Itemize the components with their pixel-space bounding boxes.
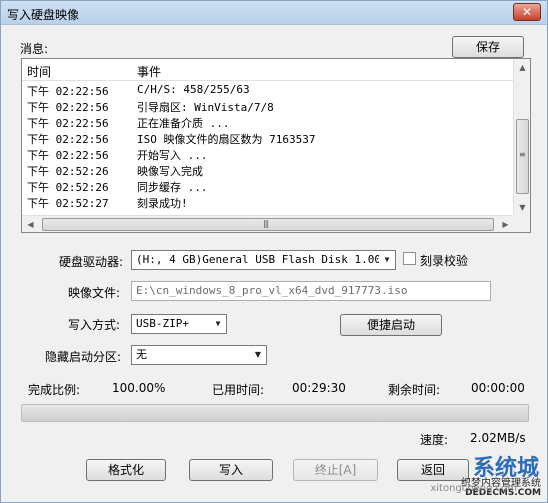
close-button[interactable]: ✕ xyxy=(513,3,541,21)
title-bar: 写入硬盘映像 ✕ xyxy=(1,1,547,25)
log-row[interactable]: 下午 02:52:26 映像写入完成 xyxy=(22,162,514,178)
format-button[interactable]: 格式化 xyxy=(86,459,166,481)
log-time: 下午 02:52:26 xyxy=(27,181,109,194)
log-row[interactable]: 下午 02:52:27 刻录成功! xyxy=(22,194,514,210)
log-row[interactable]: 下午 02:22:56 C/H/S: 458/255/63 xyxy=(22,82,514,98)
log-header: 时间 事件 xyxy=(22,59,514,81)
log-row[interactable]: 下午 02:22:56 正在准备介质 ... xyxy=(22,114,514,130)
completion-label: 完成比例: xyxy=(28,383,81,397)
vertical-scrollbar[interactable]: ▲ ≡ ▼ xyxy=(513,59,530,216)
log-event: ISO 映像文件的扇区数为 7163537 xyxy=(137,133,316,146)
log-row[interactable]: 下午 02:22:56 ISO 映像文件的扇区数为 7163537 xyxy=(22,130,514,146)
column-header-time[interactable]: 时间 xyxy=(27,63,51,80)
hidden-partition-value: 无 xyxy=(136,348,147,361)
watermark-overlay: xitongcheng.com xyxy=(430,483,517,494)
verify-label: 刻录校验 xyxy=(420,254,469,268)
completion-value: 100.00% xyxy=(112,381,166,395)
log-time: 下午 02:22:56 xyxy=(27,133,109,146)
horizontal-scroll-thumb[interactable]: ||| xyxy=(42,218,494,231)
scrollbar-corner xyxy=(513,215,530,232)
save-button[interactable]: 保存 xyxy=(452,36,524,58)
hidden-partition-label: 隐藏启动分区: xyxy=(45,350,122,364)
image-file-field[interactable]: E:\cn_windows_8_pro_vl_x64_dvd_917773.is… xyxy=(131,281,491,301)
write-mode-select[interactable]: USB-ZIP+ ▼ xyxy=(131,314,227,334)
write-mode-label: 写入方式: xyxy=(68,318,121,332)
scroll-down-icon[interactable]: ▼ xyxy=(514,199,530,216)
hidden-partition-select[interactable]: 无 ▼ xyxy=(131,345,267,365)
log-event: C/H/S: 458/255/63 xyxy=(137,83,250,96)
write-button[interactable]: 写入 xyxy=(189,459,273,481)
drive-select[interactable]: (H:, 4 GB)General USB Flash Disk 1.00 ▼ xyxy=(131,250,396,270)
speed-value: 2.02MB/s xyxy=(470,431,526,445)
elapsed-value: 00:29:30 xyxy=(292,381,346,395)
log-time: 下午 02:52:26 xyxy=(27,165,109,178)
scroll-up-icon[interactable]: ▲ xyxy=(514,59,530,76)
remaining-value: 00:00:00 xyxy=(471,381,525,395)
vertical-scroll-thumb[interactable]: ≡ xyxy=(516,119,529,194)
write-disk-image-dialog: 写入硬盘映像 ✕ 消息: 保存 时间 事件 下午 02:22:56 C/H/S: … xyxy=(0,0,548,503)
remaining-label: 剩余时间: xyxy=(388,383,441,397)
quick-boot-button[interactable]: 便捷启动 xyxy=(340,314,442,336)
message-log[interactable]: 时间 事件 下午 02:22:56 C/H/S: 458/255/63 下午 02:… xyxy=(21,58,531,233)
column-header-event[interactable]: 事件 xyxy=(137,63,161,80)
log-row[interactable]: 下午 02:52:26 同步缓存 ... xyxy=(22,178,514,194)
window-title: 写入硬盘映像 xyxy=(7,8,80,22)
chevron-down-icon: ▼ xyxy=(250,346,266,364)
log-rows: 下午 02:22:56 C/H/S: 458/255/63 下午 02:22:56 引… xyxy=(22,82,514,210)
log-event: 引导扇区: WinVista/7/8 xyxy=(137,101,274,114)
log-event: 映像写入完成 xyxy=(137,165,203,178)
progress-fill xyxy=(22,405,528,421)
log-time: 下午 02:22:56 xyxy=(27,101,109,114)
log-event: 正在准备介质 ... xyxy=(137,117,230,130)
chevron-down-icon: ▼ xyxy=(379,251,395,269)
speed-label: 速度: xyxy=(420,433,449,447)
horizontal-scrollbar[interactable]: ◀ ||| ▶ xyxy=(22,215,514,232)
drive-label: 硬盘驱动器: xyxy=(59,255,124,269)
log-row[interactable]: 下午 02:22:56 引导扇区: WinVista/7/8 xyxy=(22,98,514,114)
scroll-left-icon[interactable]: ◀ xyxy=(22,216,39,232)
messages-label: 消息: xyxy=(20,42,49,56)
scroll-right-icon[interactable]: ▶ xyxy=(497,216,514,232)
log-time: 下午 02:22:56 xyxy=(27,85,109,98)
log-event: 开始写入 ... xyxy=(137,149,208,162)
log-event: 同步缓存 ... xyxy=(137,181,208,194)
verify-checkbox[interactable] xyxy=(403,252,416,265)
image-file-label: 映像文件: xyxy=(68,286,121,300)
stop-button[interactable]: 终止[A] xyxy=(293,459,378,481)
log-time: 下午 02:22:56 xyxy=(27,149,109,162)
progress-bar xyxy=(21,404,529,422)
log-event: 刻录成功! xyxy=(137,197,188,210)
grip-icon: ||| xyxy=(263,219,269,228)
grip-icon: ≡ xyxy=(519,150,526,159)
drive-select-value: (H:, 4 GB)General USB Flash Disk 1.00 xyxy=(136,253,382,266)
chevron-down-icon: ▼ xyxy=(210,315,226,333)
image-file-value: E:\cn_windows_8_pro_vl_x64_dvd_917773.is… xyxy=(136,284,408,297)
watermark: 系统城 织梦内容管理系统 DEDECMS.COM xyxy=(395,450,545,502)
log-time: 下午 02:22:56 xyxy=(27,117,109,130)
elapsed-label: 已用时间: xyxy=(212,383,265,397)
write-mode-value: USB-ZIP+ xyxy=(136,317,189,330)
log-row[interactable]: 下午 02:22:56 开始写入 ... xyxy=(22,146,514,162)
log-time: 下午 02:52:27 xyxy=(27,197,109,210)
